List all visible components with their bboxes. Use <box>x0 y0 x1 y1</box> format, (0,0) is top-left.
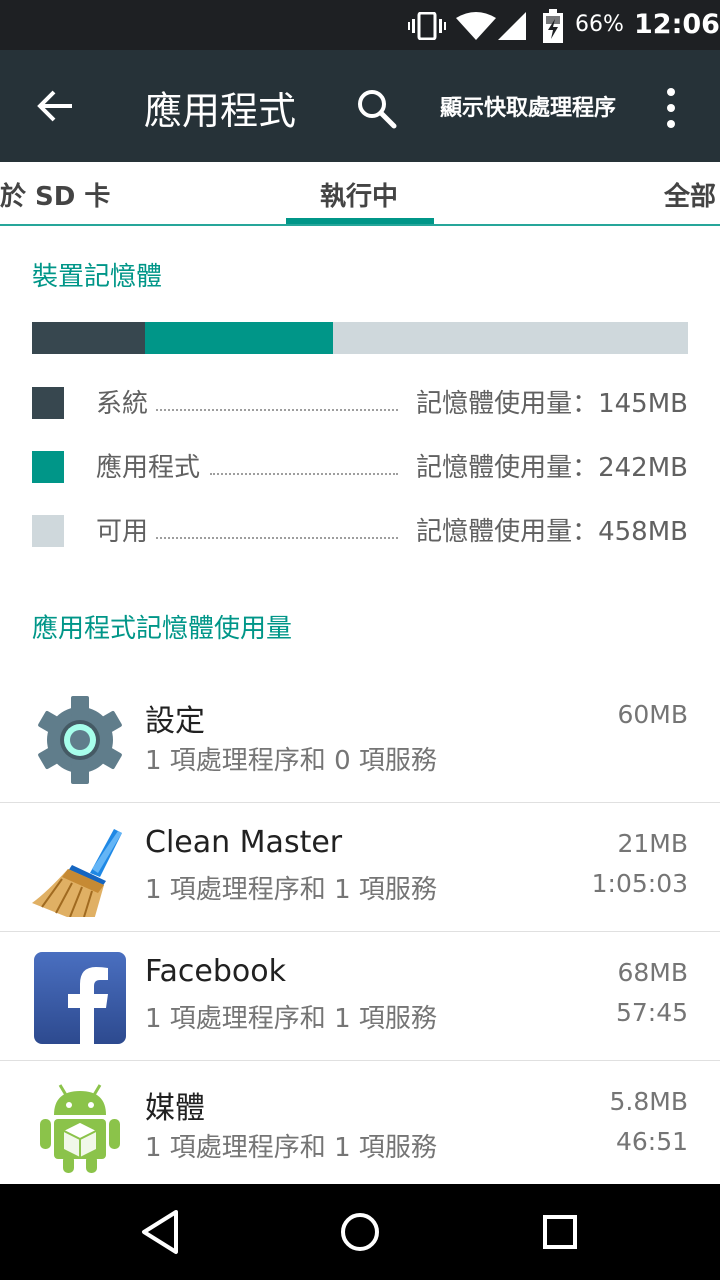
app-process-info: 1 項處理程序和 1 項服務 <box>145 875 437 905</box>
legend-swatch-free <box>32 515 64 547</box>
legend-label: 可用 <box>96 511 151 548</box>
app-run-time: 46:51 <box>615 1127 688 1156</box>
more-vert-icon[interactable] <box>656 86 686 130</box>
system-nav-bar <box>0 1184 720 1280</box>
selected-tab-indicator <box>286 218 434 224</box>
memory-legend-system: 系統 記憶體使用量：145MB <box>32 383 688 423</box>
tab-sd-card[interactable]: 於 SD 卡 <box>0 176 110 213</box>
tab-running[interactable]: 執行中 <box>320 176 398 213</box>
legend-swatch-apps <box>32 451 64 483</box>
nav-back-icon[interactable] <box>130 1204 190 1260</box>
memory-bar-system-segment <box>32 322 145 354</box>
wifi-icon <box>456 12 496 40</box>
app-memory-size: 5.8MB <box>609 1087 688 1116</box>
facebook-icon <box>34 952 126 1044</box>
app-process-info: 1 項處理程序和 0 項服務 <box>145 746 437 776</box>
legend-value: 記憶體使用量：458MB <box>412 511 688 548</box>
app-memory-size: 68MB <box>617 958 688 987</box>
settings-gear-icon <box>38 696 122 784</box>
app-memory-size: 21MB <box>617 829 688 858</box>
memory-usage-bar <box>32 322 688 354</box>
memory-legend-free: 可用 記憶體使用量：458MB <box>32 511 688 551</box>
page-title: 應用程式 <box>144 89 297 133</box>
leader-dots <box>156 537 398 539</box>
app-bar: 應用程式 顯示快取處理程序 <box>0 50 720 162</box>
leader-dots <box>210 473 398 475</box>
memory-bar-apps-segment <box>145 322 333 354</box>
cellular-signal-icon <box>498 12 526 40</box>
app-process-info: 1 項處理程序和 1 項服務 <box>145 1133 437 1163</box>
legend-swatch-system <box>32 387 64 419</box>
app-name: 媒體 <box>145 1091 205 1126</box>
nav-home-icon[interactable] <box>330 1204 390 1260</box>
battery-charging-icon <box>543 9 563 43</box>
legend-value: 記憶體使用量：145MB <box>412 383 688 420</box>
tab-all[interactable]: 全部 <box>664 176 716 213</box>
status-bar: 66% 12:06 <box>0 0 720 50</box>
app-memory-header: 應用程式記憶體使用量 <box>32 614 293 644</box>
search-icon[interactable] <box>352 84 400 132</box>
android-media-icon <box>40 1084 120 1173</box>
legend-value: 記憶體使用量：242MB <box>412 447 688 484</box>
app-item-clean-master[interactable]: Clean Master 1 項處理程序和 1 項服務 21MB 1:05:03 <box>0 803 720 932</box>
app-item-facebook[interactable]: Facebook 1 項處理程序和 1 項服務 68MB 57:45 <box>0 932 720 1061</box>
app-run-time: 1:05:03 <box>591 869 688 898</box>
app-name: 設定 <box>145 704 205 739</box>
leader-dots <box>156 409 398 411</box>
app-process-info: 1 項處理程序和 1 項服務 <box>145 1004 437 1034</box>
app-name: Facebook <box>145 954 286 989</box>
back-arrow-icon[interactable] <box>26 84 86 128</box>
legend-label: 應用程式 <box>96 447 203 484</box>
device-memory-header: 裝置記憶體 <box>32 262 163 292</box>
app-run-time: 57:45 <box>615 998 688 1027</box>
show-cached-processes-button[interactable]: 顯示快取處理程序 <box>440 90 616 122</box>
tab-bar: 於 SD 卡 執行中 全部 <box>0 162 720 226</box>
app-name: Clean Master <box>145 825 343 860</box>
nav-recents-icon[interactable] <box>530 1204 590 1260</box>
broom-icon <box>32 829 122 917</box>
battery-percentage: 66% <box>575 12 624 37</box>
vibrate-icon <box>408 12 446 40</box>
clock: 12:06 <box>634 9 720 40</box>
legend-label: 系統 <box>96 383 151 420</box>
app-item-settings[interactable]: 設定 1 項處理程序和 0 項服務 60MB <box>0 674 720 803</box>
memory-legend-apps: 應用程式 記憶體使用量：242MB <box>32 447 688 487</box>
app-memory-size: 60MB <box>617 700 688 729</box>
app-item-media[interactable]: 媒體 1 項處理程序和 1 項服務 5.8MB 46:51 <box>0 1061 720 1190</box>
